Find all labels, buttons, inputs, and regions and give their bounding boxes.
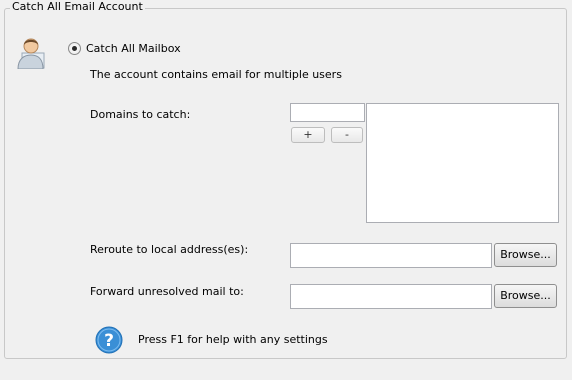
forward-label: Forward unresolved mail to:: [90, 285, 244, 298]
add-domain-button[interactable]: +: [291, 127, 325, 143]
catch-all-mailbox-label[interactable]: Catch All Mailbox: [86, 42, 181, 56]
question-mark-help-icon: ?: [95, 326, 123, 354]
svg-text:?: ?: [104, 331, 114, 351]
remove-domain-button[interactable]: -: [331, 127, 363, 143]
catch-all-mailbox-radio[interactable]: [68, 42, 81, 55]
forward-address-input[interactable]: [290, 284, 492, 309]
forward-browse-button[interactable]: Browse...: [494, 284, 557, 308]
domains-listbox[interactable]: [366, 103, 559, 223]
reroute-label: Reroute to local address(es):: [90, 243, 249, 256]
reroute-browse-button[interactable]: Browse...: [494, 243, 557, 267]
account-description: The account contains email for multiple …: [90, 68, 342, 81]
domain-input[interactable]: [290, 103, 365, 122]
domains-label: Domains to catch:: [90, 108, 191, 121]
user-avatar-icon: [17, 38, 45, 69]
group-title: Catch All Email Account: [10, 0, 145, 14]
help-text: Press F1 for help with any settings: [138, 333, 328, 346]
reroute-address-input[interactable]: [290, 243, 492, 268]
